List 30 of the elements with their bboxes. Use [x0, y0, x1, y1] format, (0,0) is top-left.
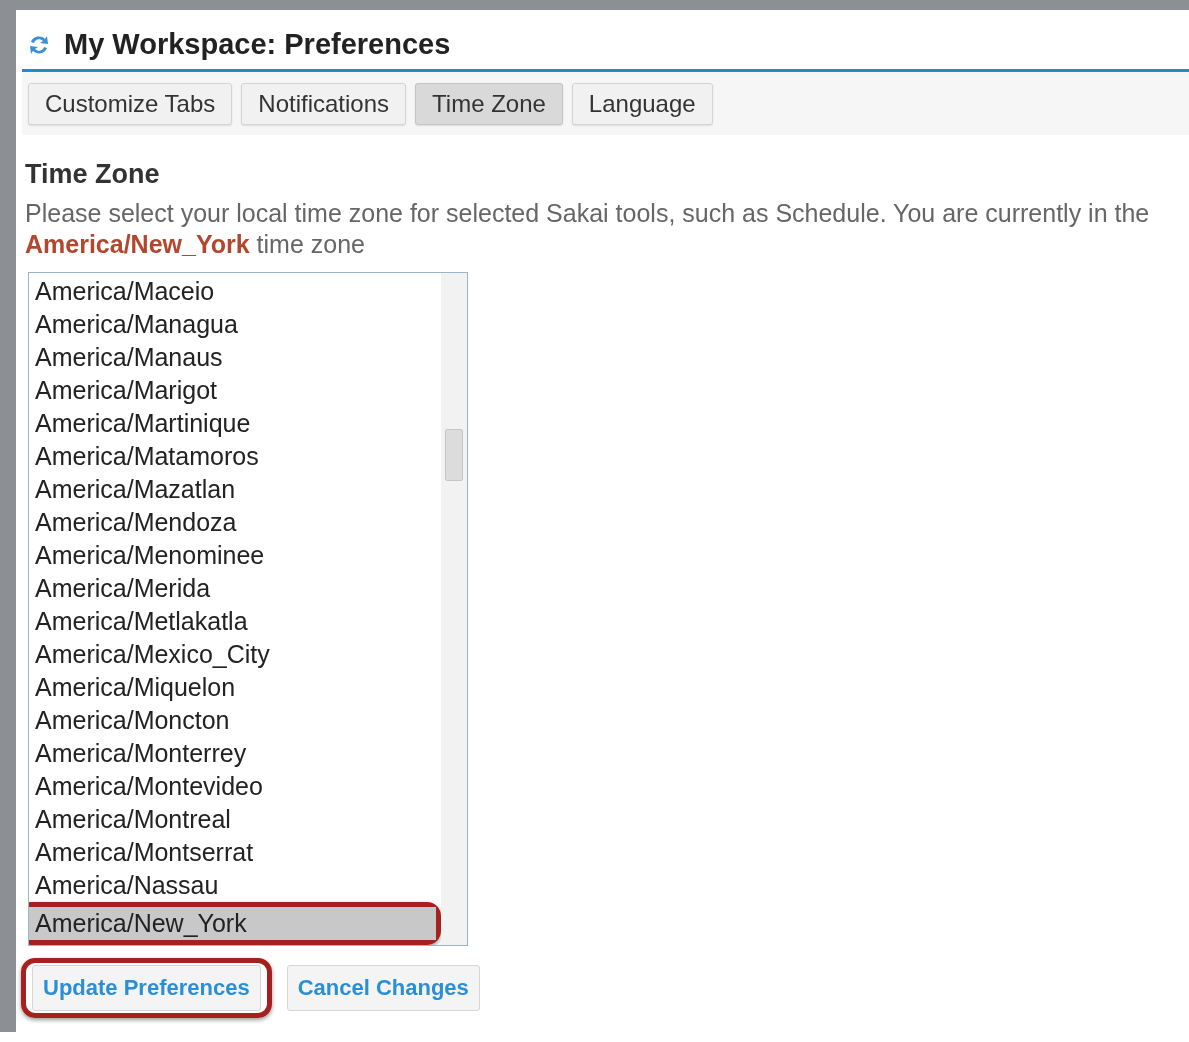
- list-option[interactable]: America/Maceio: [29, 275, 441, 308]
- page-title: My Workspace: Preferences: [64, 28, 451, 61]
- list-option[interactable]: America/Montevideo: [29, 770, 441, 803]
- tab[interactable]: Language: [571, 83, 713, 125]
- section-heading: Time Zone: [25, 159, 161, 190]
- list-option[interactable]: America/Miquelon: [29, 671, 441, 704]
- list-option[interactable]: America/Montserrat: [29, 836, 441, 869]
- tab[interactable]: Customize Tabs: [28, 83, 233, 125]
- scrollbar[interactable]: [441, 273, 467, 945]
- tab[interactable]: Notifications: [241, 83, 407, 125]
- list-option[interactable]: America/Matamoros: [29, 440, 441, 473]
- list-option[interactable]: America/Mendoza: [29, 506, 441, 539]
- list-option[interactable]: America/Manaus: [29, 341, 441, 374]
- list-option[interactable]: America/Merida: [29, 572, 441, 605]
- scroll-thumb[interactable]: [445, 429, 463, 481]
- list-option[interactable]: America/Metlakatla: [29, 605, 441, 638]
- timezone-list[interactable]: [28, 272, 468, 946]
- list-option[interactable]: America/Marigot: [29, 374, 441, 407]
- tab[interactable]: Time Zone: [415, 83, 563, 125]
- list-option[interactable]: America/Nassau: [29, 869, 441, 902]
- list-option[interactable]: America/Martinique: [29, 407, 441, 440]
- list-option[interactable]: America/Moncton: [29, 704, 441, 737]
- list-option[interactable]: America/Mazatlan: [29, 473, 441, 506]
- list-option[interactable]: America/Menominee: [29, 539, 441, 572]
- list-option[interactable]: America/Monterrey: [29, 737, 441, 770]
- list-option[interactable]: America/Managua: [29, 308, 441, 341]
- list-option[interactable]: America/Montreal: [29, 803, 441, 836]
- list-option[interactable]: America/Mexico_City: [29, 638, 441, 671]
- list-option[interactable]: America/New_York: [29, 907, 436, 940]
- description-text: Please select your local time zone for selected Sakai tools, such as Schedule. You are currently in the America/New_York time zone: [25, 198, 1151, 260]
